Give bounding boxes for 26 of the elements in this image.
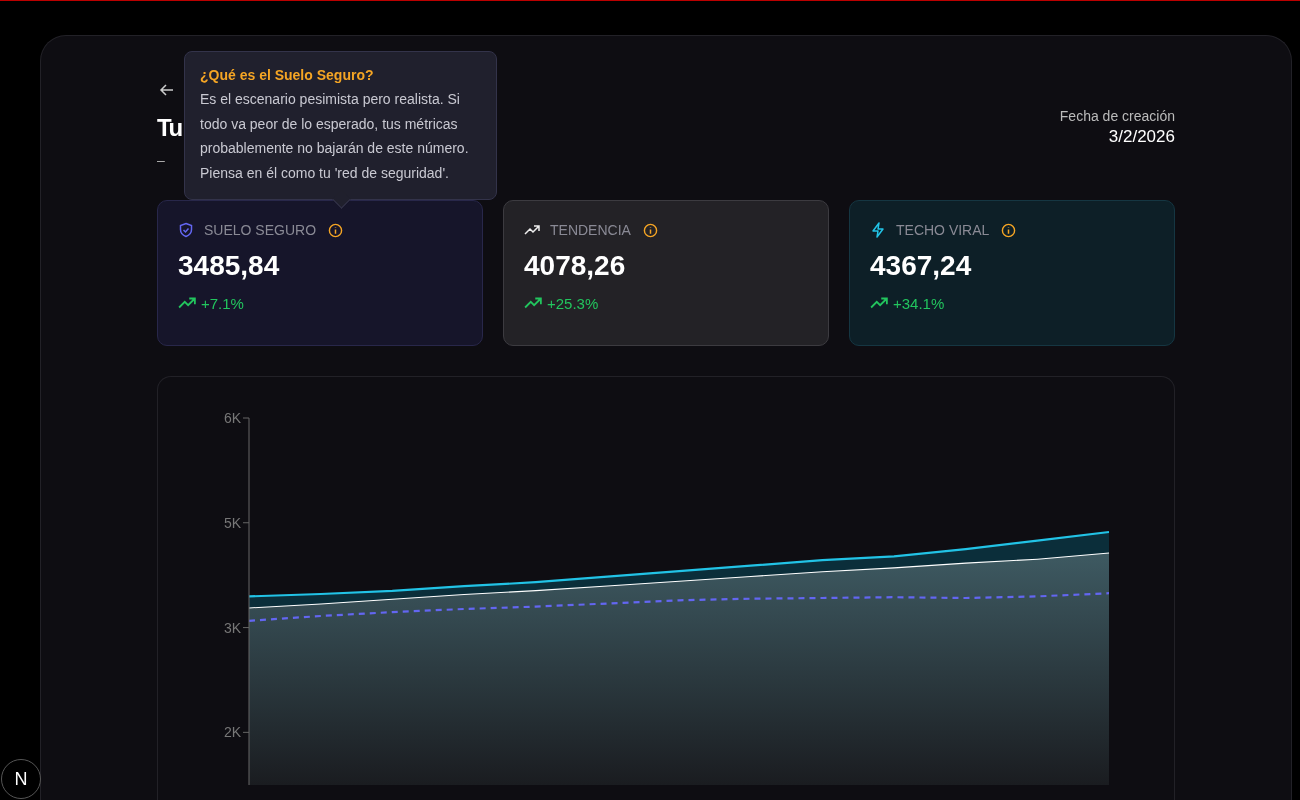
axis-label: 2K bbox=[223, 724, 241, 741]
creation-date-label: Fecha de creación bbox=[1059, 108, 1175, 124]
metric-label: TECHO VIRAL bbox=[896, 222, 990, 238]
lightning-icon bbox=[870, 222, 886, 238]
metric-change: +34.1% bbox=[893, 294, 945, 312]
tooltip-title: ¿Qué es el Suelo Seguro? bbox=[200, 67, 375, 83]
back-arrow-icon[interactable] bbox=[159, 82, 175, 98]
info-icon[interactable] bbox=[1001, 222, 1017, 238]
creation-date: 3/2/2026 bbox=[1107, 127, 1175, 147]
page-title: Tu bbox=[157, 113, 182, 143]
tooltip-text: Es el escenario pesimista pero realista. Si todo va peor de lo esperado, tus métricas probablemente no bajarán de este número. Piensa en él como tu 'red de seguridad'. bbox=[200, 90, 470, 183]
info-icon[interactable] bbox=[328, 222, 344, 238]
axis-label: 6K bbox=[223, 410, 241, 426]
axis-label: 3K bbox=[223, 619, 241, 636]
metric-value: 4078,26 bbox=[524, 250, 627, 282]
metric-label: TENDENCIA bbox=[550, 222, 631, 238]
metric-value: 4367,24 bbox=[870, 250, 973, 282]
metric-value: 3485,84 bbox=[178, 250, 281, 282]
info-icon[interactable] bbox=[642, 222, 658, 238]
axis-label: 5K bbox=[223, 514, 241, 531]
metric-change: +25.3% bbox=[547, 294, 599, 312]
metric-change: +7.1% bbox=[201, 294, 244, 312]
shield-icon bbox=[178, 222, 194, 238]
page-subtitle: – bbox=[157, 152, 165, 168]
dev-badge[interactable]: N bbox=[1, 759, 41, 799]
metric-label: SUELO SEGURO bbox=[204, 222, 317, 238]
